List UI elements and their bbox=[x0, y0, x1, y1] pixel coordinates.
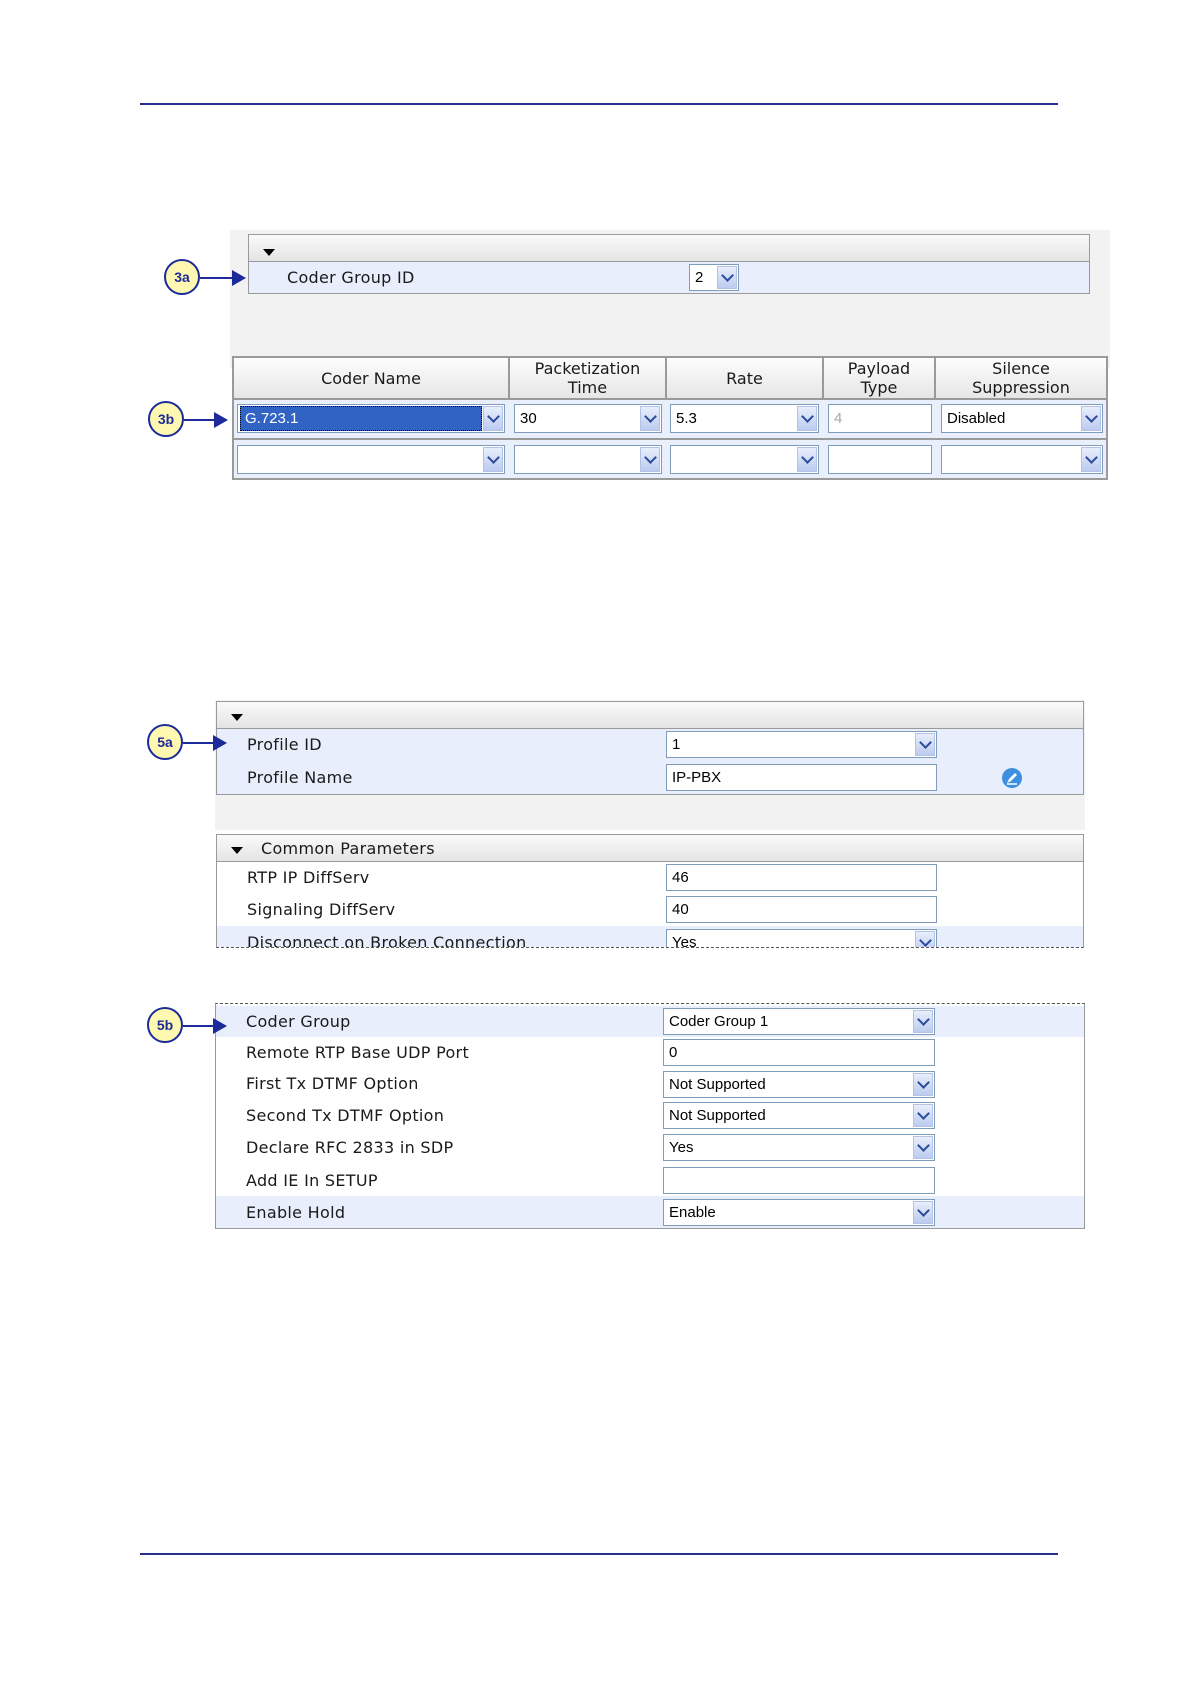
enable-hold-select[interactable]: Enable bbox=[663, 1199, 935, 1226]
add-ie-setup-input[interactable] bbox=[663, 1167, 935, 1194]
edit-pencil-icon[interactable] bbox=[1001, 767, 1023, 789]
profile-name-input[interactable]: IP-PBX bbox=[666, 764, 937, 791]
chevron-down-icon[interactable] bbox=[640, 447, 660, 472]
rtp-diffserv-row: RTP IP DiffServ 46 bbox=[217, 862, 1083, 894]
coder-group-label: Coder Group bbox=[246, 1012, 351, 1031]
rate-select-empty[interactable] bbox=[670, 445, 819, 474]
disconnect-broken-connection-row: Disconnect on Broken Connection Yes bbox=[217, 926, 1083, 948]
collapse-triangle-icon[interactable] bbox=[231, 847, 243, 854]
coder-group-id-select[interactable]: 2 bbox=[689, 264, 739, 291]
signaling-diffserv-row: Signaling DiffServ 40 bbox=[217, 894, 1083, 926]
callout-5a: 5a bbox=[147, 724, 183, 760]
chevron-down-icon[interactable] bbox=[913, 1201, 933, 1224]
common-parameters-title: Common Parameters bbox=[261, 839, 435, 858]
payload-type-input-empty[interactable] bbox=[828, 445, 932, 474]
common-parameters-header[interactable]: Common Parameters bbox=[216, 834, 1084, 862]
declare-rfc2833-row: Declare RFC 2833 in SDP Yes bbox=[216, 1132, 1084, 1164]
declare-rfc2833-select[interactable]: Yes bbox=[663, 1134, 935, 1161]
header-coder-name: Coder Name bbox=[233, 357, 509, 399]
profile-name-label: Profile Name bbox=[247, 768, 353, 787]
chevron-down-icon[interactable] bbox=[1081, 447, 1101, 472]
chevron-down-icon[interactable] bbox=[797, 406, 817, 431]
coder-group-select[interactable]: Coder Group 1 bbox=[663, 1008, 935, 1035]
collapse-triangle-icon[interactable] bbox=[231, 714, 243, 721]
signaling-diffserv-label: Signaling DiffServ bbox=[247, 900, 396, 919]
callout-3b-arrow-icon bbox=[184, 412, 228, 428]
coder-name-select[interactable]: G.723.1 bbox=[237, 404, 505, 433]
chevron-down-icon[interactable] bbox=[640, 406, 660, 431]
chevron-down-icon[interactable] bbox=[797, 447, 817, 472]
header-packetization-time: Packetization Time bbox=[509, 357, 666, 399]
profile-id-label: Profile ID bbox=[247, 735, 322, 754]
add-ie-setup-row: Add IE In SETUP bbox=[216, 1164, 1084, 1196]
common-parameters-body: RTP IP DiffServ 46 Signaling DiffServ 40… bbox=[216, 862, 1084, 948]
profile-section-header[interactable] bbox=[216, 701, 1084, 729]
callout-5a-arrow-icon bbox=[183, 735, 227, 751]
callout-5b-arrow-icon bbox=[183, 1018, 227, 1034]
profile-id-select[interactable]: 1 bbox=[666, 731, 937, 758]
first-tx-dtmf-label: First Tx DTMF Option bbox=[246, 1074, 419, 1093]
chevron-down-icon[interactable] bbox=[913, 1104, 933, 1127]
callout-3b: 3b bbox=[148, 401, 184, 437]
chevron-down-icon[interactable] bbox=[483, 406, 503, 431]
coder-settings-panel: Coder Group Coder Group 1 Remote RTP Bas… bbox=[215, 1003, 1085, 1229]
second-tx-dtmf-label: Second Tx DTMF Option bbox=[246, 1106, 445, 1125]
payload-type-input[interactable]: 4 bbox=[828, 404, 932, 433]
header-payload-type: Payload Type bbox=[823, 357, 935, 399]
chevron-down-icon[interactable] bbox=[913, 1136, 933, 1159]
coder-group-row: Coder Group Coder Group 1 bbox=[216, 1006, 1084, 1037]
first-tx-dtmf-select[interactable]: Not Supported bbox=[663, 1071, 935, 1098]
rate-select[interactable]: 5.3 bbox=[670, 404, 819, 433]
chevron-down-icon[interactable] bbox=[913, 1010, 933, 1033]
rtp-diffserv-label: RTP IP DiffServ bbox=[247, 868, 370, 887]
chevron-down-icon[interactable] bbox=[915, 931, 935, 947]
profile-name-row: Profile Name IP-PBX bbox=[217, 761, 1083, 794]
signaling-diffserv-input[interactable]: 40 bbox=[666, 896, 937, 923]
remote-rtp-port-row: Remote RTP Base UDP Port 0 bbox=[216, 1037, 1084, 1069]
collapse-triangle-icon[interactable] bbox=[263, 249, 275, 256]
silence-suppression-select-empty[interactable] bbox=[941, 445, 1103, 474]
header-silence-suppression: Silence Suppression bbox=[935, 357, 1107, 399]
profile-id-row: Profile ID 1 bbox=[217, 729, 1083, 761]
remote-rtp-port-label: Remote RTP Base UDP Port bbox=[246, 1043, 470, 1062]
callout-5b: 5b bbox=[147, 1007, 183, 1043]
add-ie-setup-label: Add IE In SETUP bbox=[246, 1171, 378, 1190]
rtp-diffserv-input[interactable]: 46 bbox=[666, 864, 937, 891]
coder-group-id-row: Coder Group ID 2 bbox=[248, 262, 1090, 294]
footer-rule bbox=[140, 1553, 1058, 1555]
packetization-time-select[interactable]: 30 bbox=[514, 404, 662, 433]
chevron-down-icon[interactable] bbox=[483, 447, 503, 472]
coder-group-section-header[interactable] bbox=[248, 234, 1090, 262]
header-rule bbox=[140, 103, 1058, 105]
callout-3a: 3a bbox=[164, 259, 200, 295]
coder-name-select-empty[interactable] bbox=[237, 445, 505, 474]
enable-hold-label: Enable Hold bbox=[246, 1203, 346, 1222]
chevron-down-icon[interactable] bbox=[717, 266, 737, 289]
packetization-time-select-empty[interactable] bbox=[514, 445, 662, 474]
first-tx-dtmf-row: First Tx DTMF Option Not Supported bbox=[216, 1069, 1084, 1100]
second-tx-dtmf-select[interactable]: Not Supported bbox=[663, 1102, 935, 1129]
callout-3a-arrow-icon bbox=[200, 270, 246, 286]
enable-hold-row: Enable Hold Enable bbox=[216, 1196, 1084, 1228]
chevron-down-icon[interactable] bbox=[913, 1073, 933, 1096]
chevron-down-icon[interactable] bbox=[915, 733, 935, 756]
header-rate: Rate bbox=[666, 357, 823, 399]
declare-rfc2833-label: Declare RFC 2833 in SDP bbox=[246, 1138, 454, 1157]
coder-group-id-label: Coder Group ID bbox=[287, 268, 415, 287]
disconnect-broken-connection-label: Disconnect on Broken Connection bbox=[247, 933, 527, 948]
silence-suppression-select[interactable]: Disabled bbox=[941, 404, 1103, 433]
disconnect-broken-connection-select[interactable]: Yes bbox=[666, 929, 937, 947]
chevron-down-icon[interactable] bbox=[1081, 406, 1101, 431]
second-tx-dtmf-row: Second Tx DTMF Option Not Supported bbox=[216, 1100, 1084, 1132]
remote-rtp-port-input[interactable]: 0 bbox=[663, 1039, 935, 1066]
